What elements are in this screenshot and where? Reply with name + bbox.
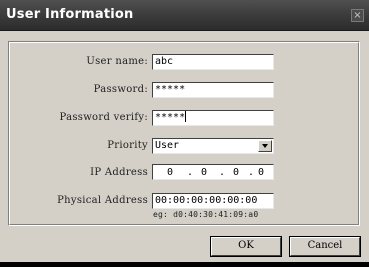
ip-separator: .	[219, 167, 226, 178]
close-button[interactable]: ×	[351, 9, 364, 22]
priority-label: Priority	[107, 140, 148, 151]
title-bar[interactable]: User Information ×	[0, 0, 369, 31]
user-name-label: User name:	[86, 56, 148, 67]
physical-address-hint: eg: d0:40:30:41:09:a0	[153, 210, 259, 219]
ip-octet-4[interactable]: 0	[254, 166, 268, 179]
priority-selected-value: User	[155, 140, 180, 151]
chevron-down-icon[interactable]	[258, 140, 272, 152]
ip-octet-2[interactable]: 0	[197, 166, 211, 179]
physical-address-input[interactable]: 00:00:00:00:00:00	[152, 193, 274, 209]
password-value: *****	[155, 84, 186, 95]
physical-address-label: Physical Address	[57, 195, 148, 206]
priority-select[interactable]: User	[152, 138, 274, 154]
ip-octet-1[interactable]: 0	[163, 166, 177, 179]
cancel-button[interactable]: Cancel	[289, 236, 361, 257]
ok-button[interactable]: OK	[210, 236, 282, 257]
bottom-edge	[0, 262, 369, 267]
close-icon: ×	[353, 10, 362, 21]
physical-address-value: 00:00:00:00:00:00	[155, 195, 258, 206]
password-verify-input[interactable]: *****	[152, 110, 274, 126]
password-label: Password:	[93, 84, 148, 95]
password-verify-label: Password verify:	[59, 112, 148, 123]
ip-address-label: IP Address	[90, 167, 148, 178]
password-verify-value: *****	[155, 112, 186, 123]
user-name-value: abc	[155, 56, 174, 67]
password-input[interactable]: *****	[152, 82, 274, 98]
text-caret	[185, 111, 187, 122]
ip-separator: .	[187, 167, 194, 178]
ip-octet-3[interactable]: 0	[229, 166, 243, 179]
user-name-input[interactable]: abc	[152, 54, 274, 70]
dialog-title: User Information	[6, 7, 134, 22]
ip-address-input[interactable]: 0 . 0 . 0 . 0	[152, 164, 274, 180]
user-information-dialog: User Information × User name: abc Passwo…	[0, 0, 369, 267]
